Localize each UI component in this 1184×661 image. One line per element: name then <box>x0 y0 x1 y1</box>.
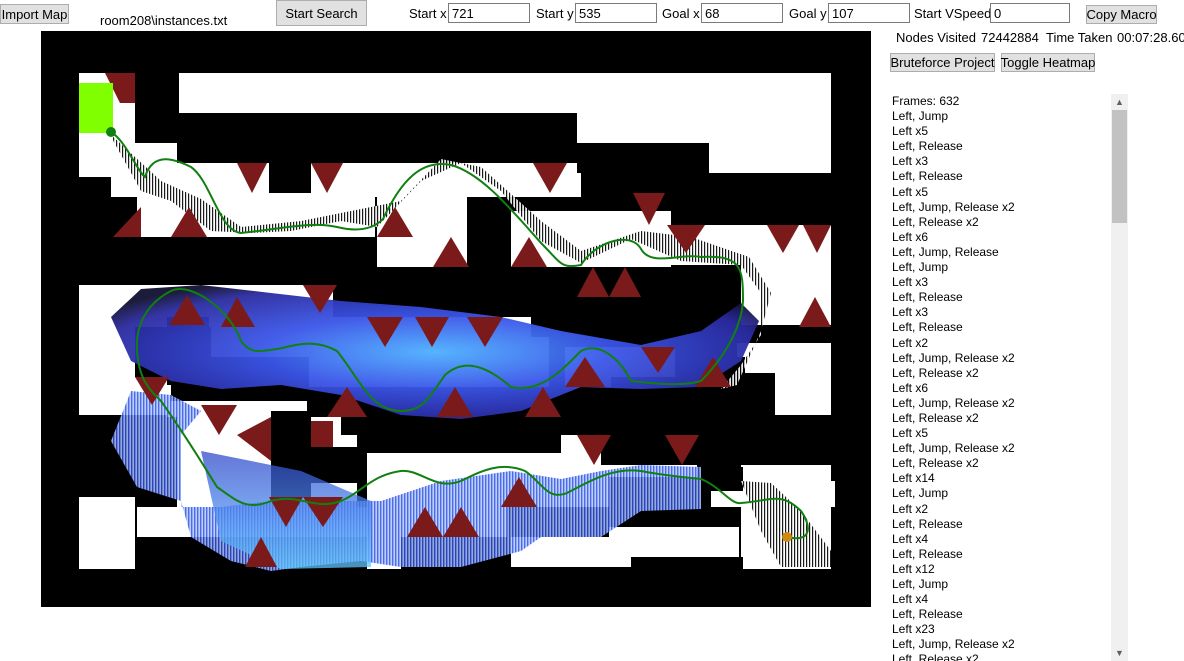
macro-item: Frames: 632 <box>892 94 960 108</box>
macro-item: Left x3 <box>892 275 929 290</box>
level-map-canvas[interactable] <box>41 31 871 607</box>
chevron-down-icon[interactable]: ▼ <box>1111 645 1128 661</box>
start-y-label: Start y <box>536 6 574 21</box>
macro-item: Left, Jump, Release x2 <box>892 350 1015 365</box>
macro-item: Left, Jump, Release x2 <box>892 637 1015 652</box>
macro-item: Left x14 <box>892 471 935 486</box>
macro-item: Left x5 <box>892 426 929 441</box>
time-taken-value: 00:07:28.60 <box>1117 30 1184 45</box>
macro-item: Left, Release <box>892 290 963 305</box>
start-vspeed-field[interactable] <box>990 3 1070 23</box>
macro-item: Left x2 <box>892 335 929 350</box>
macro-scrollbar[interactable]: ▲ ▼ <box>1111 94 1128 661</box>
start-x-label: Start x <box>409 6 447 21</box>
macro-item: Left x6 <box>892 229 929 244</box>
macro-item: Left, Jump <box>892 109 949 124</box>
time-taken-label: Time Taken <box>1046 30 1113 45</box>
macro-item: Left, Release <box>892 607 963 622</box>
bruteforce-project-button[interactable]: Bruteforce Project <box>890 53 995 72</box>
nodes-visited-value: 72442884 <box>981 30 1039 45</box>
macro-item: Left x4 <box>892 592 929 607</box>
macro-item: Left, Release x2 <box>892 652 979 661</box>
macro-item: Left, Jump <box>892 577 949 591</box>
scroll-thumb[interactable] <box>1112 110 1127 223</box>
macro-item: Left, Release x2 <box>892 365 979 380</box>
goal-x-field[interactable] <box>701 3 783 23</box>
map-file-label: room208\instances.txt <box>100 13 228 28</box>
macro-item: Left, Release <box>892 546 963 561</box>
chevron-up-icon[interactable]: ▲ <box>1111 94 1128 110</box>
macro-item: Left x5 <box>892 184 929 199</box>
macro-item: Left, Jump, Release x2 <box>892 395 1015 410</box>
macro-item: Left, Jump <box>892 486 949 501</box>
macro-item: Left x6 <box>892 380 929 395</box>
macro-item: Left x5 <box>892 124 929 139</box>
macro-item: Left, Release <box>892 139 963 154</box>
macro-item: Left, Release <box>892 516 963 531</box>
macro-item: Left, Release x2 <box>892 214 979 229</box>
toggle-heatmap-button[interactable]: Toggle Heatmap <box>1001 53 1095 72</box>
macro-item: Left, Jump, Release x2 <box>892 441 1015 456</box>
goal-x-label: Goal x <box>662 6 700 21</box>
macro-item: Left, Release <box>892 169 963 184</box>
start-search-button[interactable]: Start Search <box>276 0 367 26</box>
copy-macro-button[interactable]: Copy Macro <box>1086 5 1157 24</box>
macro-list[interactable]: Frames: 632 Left, Jump Left x5 Left, Releas… <box>892 94 1107 661</box>
start-y-field[interactable] <box>575 3 657 23</box>
macro-item: Left, Release x2 <box>892 456 979 471</box>
goal-y-label: Goal y <box>789 6 827 21</box>
macro-item: Left x3 <box>892 305 929 320</box>
macro-item: Left x4 <box>892 531 929 546</box>
nodes-visited-label: Nodes Visited <box>896 30 976 45</box>
macro-item: Left, Release <box>892 320 963 335</box>
macro-item: Left, Release x2 <box>892 410 979 425</box>
start-vspeed-label: Start VSpeed <box>914 6 992 21</box>
macro-item: Left, Jump <box>892 260 949 275</box>
macro-item: Left x2 <box>892 501 929 516</box>
macro-item: Left, Jump, Release <box>892 244 999 259</box>
goal-y-field[interactable] <box>828 3 910 23</box>
goal-zone <box>79 83 113 133</box>
start-x-field[interactable] <box>448 3 530 23</box>
macro-item: Left x3 <box>892 154 929 169</box>
macro-item: Left x23 <box>892 622 935 637</box>
macro-item: Left, Jump, Release x2 <box>892 199 1015 214</box>
goal-marker <box>106 127 116 137</box>
import-map-button[interactable]: Import Map <box>0 4 69 24</box>
start-marker <box>782 532 792 542</box>
macro-item: Left x12 <box>892 561 935 576</box>
level-map <box>79 73 835 571</box>
